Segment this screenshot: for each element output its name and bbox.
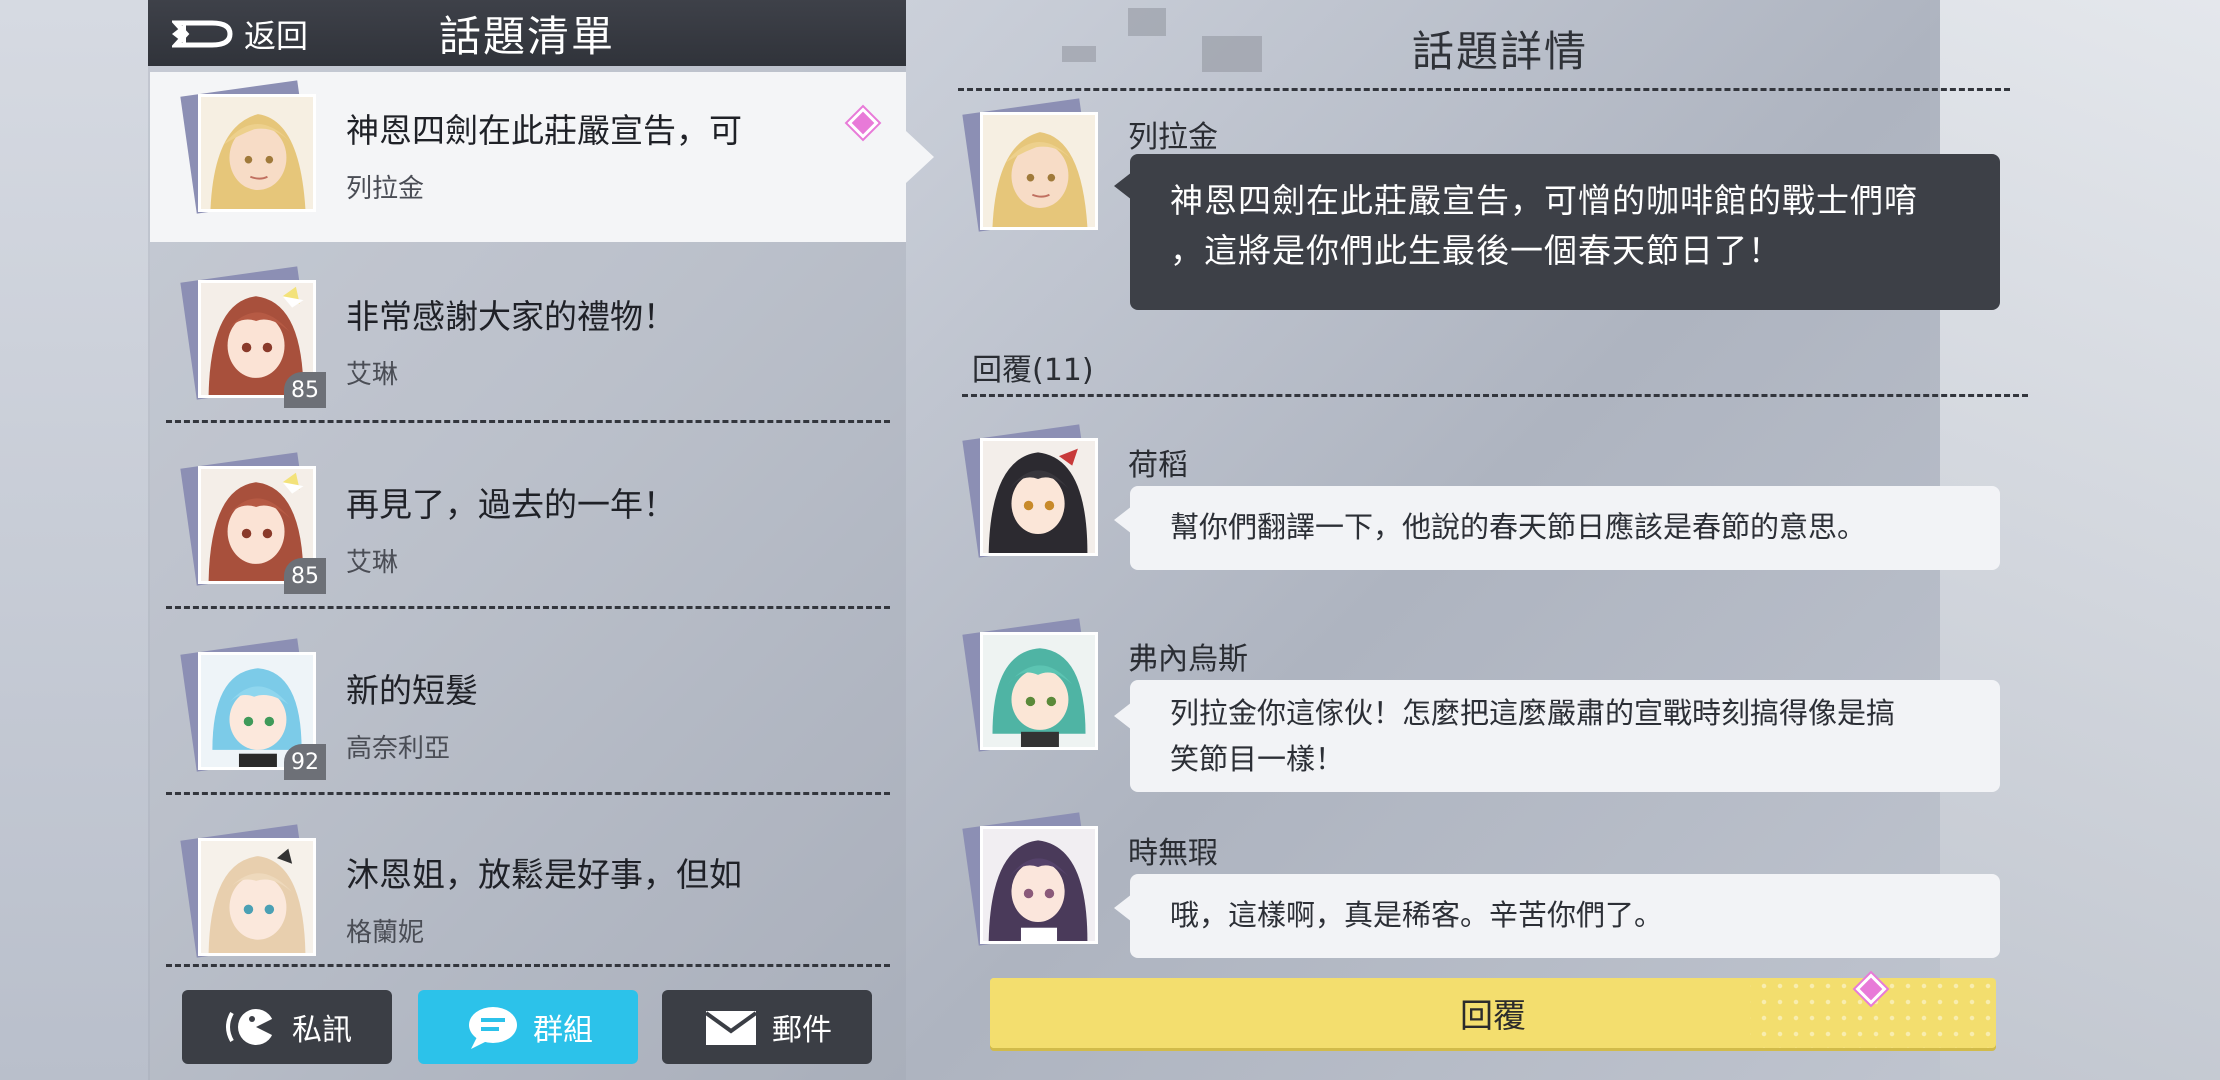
chat-face-icon <box>226 1009 276 1045</box>
divider <box>958 88 2010 91</box>
divider <box>166 420 890 423</box>
avatar <box>962 98 1110 242</box>
avatar <box>962 618 1110 762</box>
blonde-man-avatar <box>198 94 316 212</box>
reply-author: 荷稻 <box>1128 448 1188 483</box>
topic-title: 非常感謝大家的禮物！ <box>346 297 676 336</box>
reply-bubble: 幫你們翻譯一下，他說的春天節日應該是春節的意思。 <box>1130 486 2000 570</box>
topic-author: 艾琳 <box>346 548 399 578</box>
reply-author: 弗內烏斯 <box>1128 642 1248 677</box>
reply-bubble: 哦，這樣啊，真是稀客。辛苦你們了。 <box>1130 874 2000 958</box>
topic-item[interactable]: 神恩四劍在此莊嚴宣告，可 列拉金 <box>150 72 906 242</box>
post-bubble: 神恩四劍在此莊嚴宣告，可憎的咖啡館的戰士們唷 ，這將是你們此生最後一個春天節日了… <box>1130 154 2000 310</box>
tab-private-messages[interactable]: 私訊 <box>182 990 392 1064</box>
topic-title: 神恩四劍在此莊嚴宣告，可 <box>346 111 742 150</box>
divider <box>962 394 2028 397</box>
reply-bubble: 列拉金你這傢伙！怎麼把這麼嚴肅的宣戰時刻搞得像是搞 笑節目一樣！ <box>1130 680 2000 792</box>
reply-text-line: 列拉金你這傢伙！怎麼把這麼嚴肅的宣戰時刻搞得像是搞 <box>1170 696 1896 730</box>
avatar <box>962 424 1110 568</box>
level-badge: 85 <box>284 558 326 594</box>
tab-label: 郵件 <box>772 1013 832 1048</box>
reply-button[interactable]: 回覆 <box>990 978 1996 1048</box>
purple-hair-girl-avatar <box>980 826 1098 944</box>
divider <box>166 792 890 795</box>
topic-author: 艾琳 <box>346 360 399 390</box>
reply-text-line: 笑節目一樣！ <box>1170 742 1345 776</box>
reply-author: 時無瑕 <box>1128 836 1218 871</box>
tab-label: 群組 <box>533 1013 593 1048</box>
list-title: 話題清單 <box>438 11 615 61</box>
post-text-line: 神恩四劍在此莊嚴宣告，可憎的咖啡館的戰士們唷 <box>1170 181 1918 220</box>
reply-text-line: 哦，這樣啊，真是稀客。辛苦你們了。 <box>1170 898 1664 932</box>
post-author: 列拉金 <box>1128 120 1218 155</box>
topic-item[interactable]: 沐恩姐，放鬆是好事，但如 格蘭妮 <box>150 812 906 982</box>
divider <box>166 964 890 967</box>
avatar: 92 <box>180 638 328 782</box>
avatar: 85 <box>180 452 328 596</box>
tab-label: 私訊 <box>292 1013 352 1048</box>
topic-item[interactable]: 92 新的短髮 高奈利亞 <box>150 626 906 796</box>
teal-hair-boy-avatar <box>980 632 1098 750</box>
avatar <box>180 80 328 224</box>
topic-item[interactable]: 85 再見了，過去的一年！ 艾琳 <box>150 440 906 610</box>
group-chat-icon <box>469 1007 517 1049</box>
tab-mail[interactable]: 郵件 <box>662 990 872 1064</box>
topic-title: 再見了，過去的一年！ <box>346 485 676 524</box>
new-marker-icon <box>847 107 879 139</box>
level-badge: 85 <box>284 372 326 408</box>
blonde-girl-avatar <box>198 838 316 956</box>
topic-title: 沐恩姐，放鬆是好事，但如 <box>346 855 742 894</box>
avatar <box>962 812 1110 956</box>
selected-pointer <box>906 131 934 183</box>
black-hair-girl-avatar <box>980 438 1098 556</box>
background-left <box>0 0 150 1080</box>
level-badge: 92 <box>284 744 326 780</box>
reply-count: 回覆(11) <box>972 353 1094 388</box>
topic-author: 格蘭妮 <box>346 918 425 948</box>
topic-list-header: 返回 話題清單 <box>148 0 906 66</box>
tab-group[interactable]: 群組 <box>418 990 638 1064</box>
mail-icon <box>704 1011 758 1045</box>
topic-author: 高奈利亞 <box>346 734 451 764</box>
topic-author: 列拉金 <box>346 174 425 204</box>
avatar <box>180 824 328 968</box>
avatar: 85 <box>180 266 328 410</box>
topic-item[interactable]: 85 非常感謝大家的禮物！ 艾琳 <box>150 256 906 426</box>
topic-title: 新的短髮 <box>346 671 478 710</box>
post-text-line: ，這將是你們此生最後一個春天節日了！ <box>1170 231 1782 270</box>
blonde-man-avatar <box>980 112 1098 230</box>
reply-button-label: 回覆 <box>1460 996 1526 1035</box>
detail-title: 話題詳情 <box>1411 27 1588 76</box>
divider <box>166 606 890 609</box>
reply-text-line: 幫你們翻譯一下，他說的春天節日應該是春節的意思。 <box>1170 510 1867 544</box>
